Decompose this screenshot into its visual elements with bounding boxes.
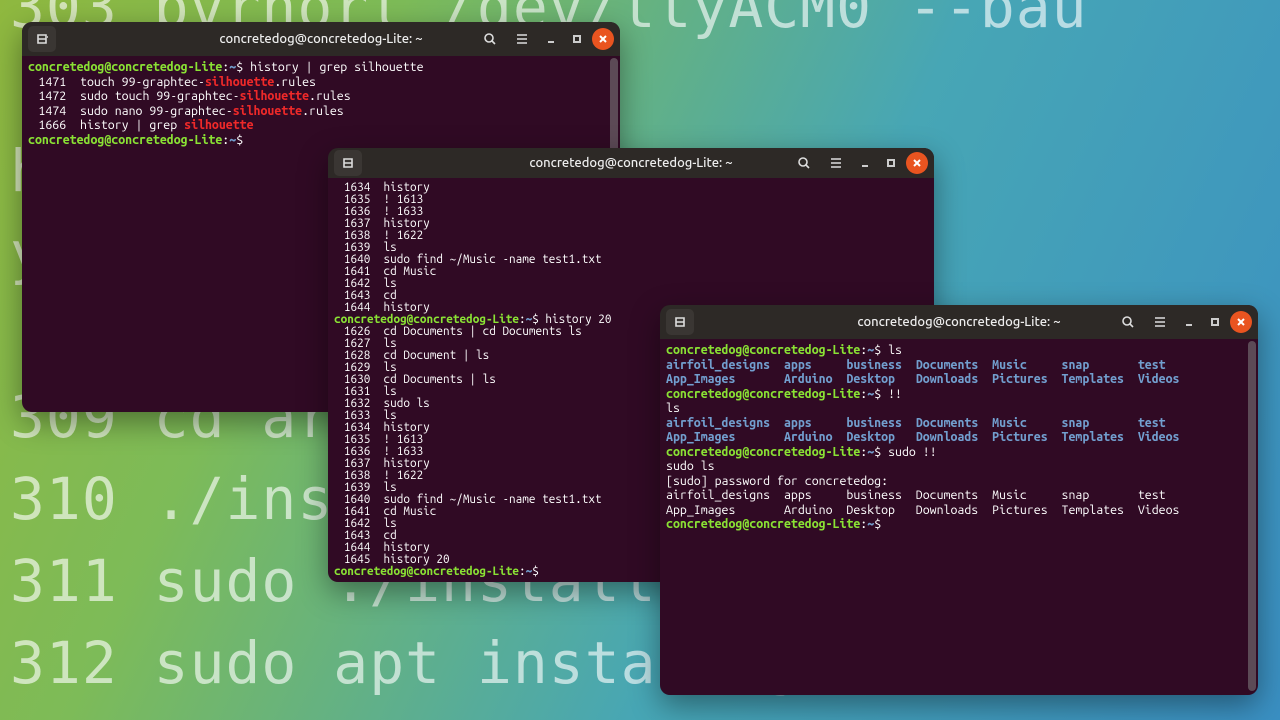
new-tab-icon [35,32,49,46]
search-icon [483,32,497,46]
scrollbar[interactable] [1248,341,1256,691]
close-icon [912,158,922,168]
maximize-button[interactable] [880,152,902,174]
menu-button[interactable] [508,26,536,52]
new-tab-icon [341,156,355,170]
hamburger-icon [1153,315,1167,329]
new-tab-icon [673,315,687,329]
menu-button[interactable] [1146,309,1174,335]
new-tab-button[interactable] [334,150,362,176]
menu-button[interactable] [822,150,850,176]
maximize-icon [1210,317,1220,327]
close-button[interactable] [1230,311,1252,333]
close-icon [598,34,608,44]
minimize-icon [546,34,556,44]
search-icon [1121,315,1135,329]
hamburger-icon [515,32,529,46]
close-button[interactable] [906,152,928,174]
search-button[interactable] [476,26,504,52]
maximize-icon [572,34,582,44]
minimize-button[interactable] [1178,311,1200,333]
window-title: concretedog@concretedog-Lite: ~ [857,315,1060,329]
titlebar[interactable]: concretedog@concretedog-Lite: ~ [660,305,1258,339]
terminal-window-ls[interactable]: concretedog@concretedog-Lite: ~ concrete… [660,305,1258,695]
close-icon [1236,317,1246,327]
search-button[interactable] [1114,309,1142,335]
background-history-line: 310 ./inst [10,458,369,540]
new-tab-button[interactable] [666,309,694,335]
maximize-button[interactable] [566,28,588,50]
window-title: concretedog@concretedog-Lite: ~ [219,32,422,46]
hamburger-icon [829,156,843,170]
window-title: concretedog@concretedog-Lite: ~ [529,156,732,170]
minimize-button[interactable] [540,28,562,50]
titlebar[interactable]: concretedog@concretedog-Lite: ~ [22,22,620,56]
terminal-body[interactable]: concretedog@concretedog-Lite:~$ lsairfoi… [660,339,1258,695]
minimize-icon [1184,317,1194,327]
search-button[interactable] [790,150,818,176]
maximize-button[interactable] [1204,311,1226,333]
close-button[interactable] [592,28,614,50]
search-icon [797,156,811,170]
maximize-icon [886,158,896,168]
titlebar[interactable]: concretedog@concretedog-Lite: ~ [328,148,934,178]
minimize-icon [860,158,870,168]
minimize-button[interactable] [854,152,876,174]
new-tab-button[interactable] [28,26,56,52]
